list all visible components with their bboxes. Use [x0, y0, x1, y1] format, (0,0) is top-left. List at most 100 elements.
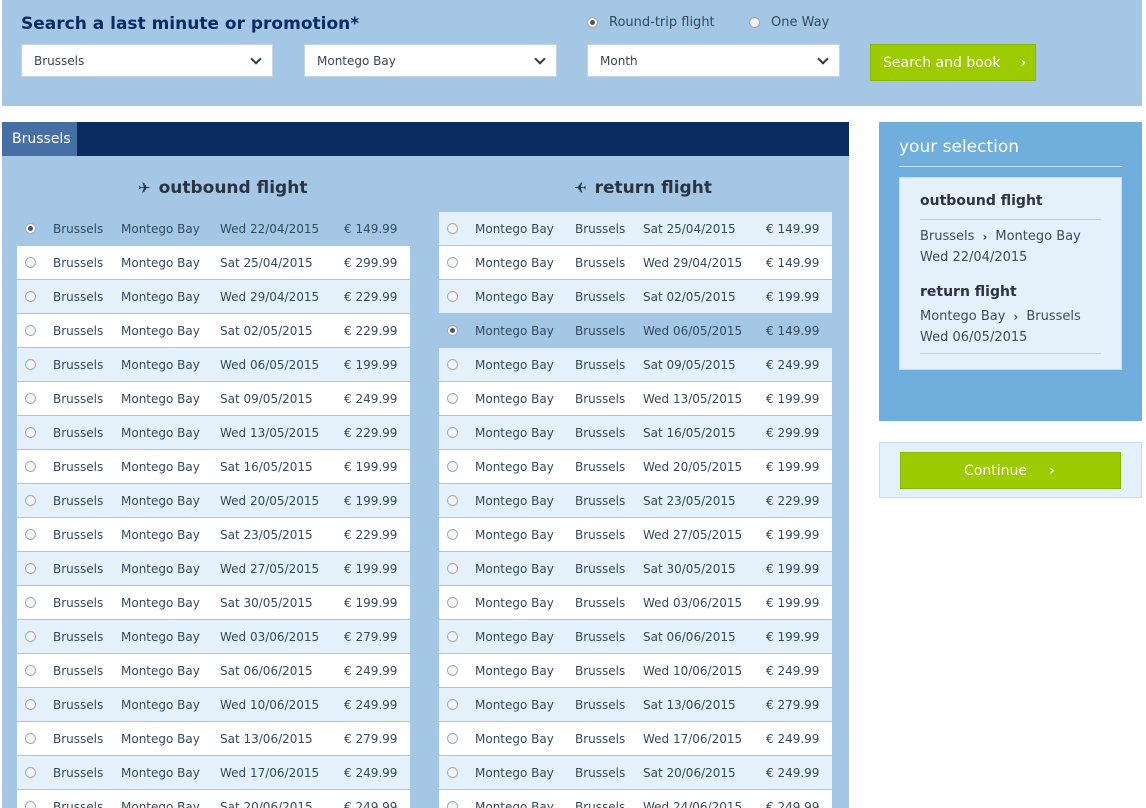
flight-row[interactable]: Brussels Montego Bay Wed 22/04/2015 € 149.9… — [17, 212, 410, 246]
from-select[interactable]: Brussels — [21, 44, 273, 77]
round-trip-radio[interactable]: Round-trip flight — [587, 15, 715, 30]
flight-radio[interactable] — [25, 291, 36, 302]
flight-radio[interactable] — [447, 529, 458, 540]
flight-radio[interactable] — [25, 359, 36, 370]
flight-radio[interactable] — [447, 699, 458, 710]
flight-row[interactable]: Brussels Montego Bay Wed 27/05/2015 € 199.9… — [17, 552, 410, 586]
flight-row[interactable]: Montego Bay Brussels Sat 25/04/2015 € 149.9… — [439, 212, 832, 246]
flight-row[interactable]: Montego Bay Brussels Wed 06/05/2015 € 149.9… — [439, 314, 832, 348]
flight-row[interactable]: Montego Bay Brussels Sat 20/06/2015 € 249.9… — [439, 756, 832, 790]
flight-radio[interactable] — [447, 563, 458, 574]
flight-radio[interactable] — [25, 665, 36, 676]
flight-to: Brussels — [575, 561, 626, 576]
flight-row[interactable]: Montego Bay Brussels Wed 20/05/2015 € 199.9… — [439, 450, 832, 484]
flight-radio[interactable] — [447, 427, 458, 438]
flight-radio[interactable] — [25, 223, 36, 234]
flight-row[interactable]: Montego Bay Brussels Wed 13/05/2015 € 199.9… — [439, 382, 832, 416]
flight-price: € 249.99 — [766, 357, 820, 372]
flight-radio[interactable] — [447, 291, 458, 302]
flight-row[interactable]: Montego Bay Brussels Wed 29/04/2015 € 149.9… — [439, 246, 832, 280]
flight-row[interactable]: Brussels Montego Bay Sat 09/05/2015 € 249.9… — [17, 382, 410, 416]
flight-radio[interactable] — [25, 563, 36, 574]
flight-radio[interactable] — [447, 359, 458, 370]
one-way-radio[interactable]: One Way — [749, 15, 829, 30]
flight-row[interactable]: Brussels Montego Bay Sat 06/06/2015 € 249.9… — [17, 654, 410, 688]
flight-row[interactable]: Montego Bay Brussels Wed 03/06/2015 € 199.9… — [439, 586, 832, 620]
flight-row[interactable]: Montego Bay Brussels Sat 23/05/2015 € 229.9… — [439, 484, 832, 518]
flight-row[interactable]: Brussels Montego Bay Wed 13/05/2015 € 229.9… — [17, 416, 410, 450]
flight-from: Montego Bay — [475, 221, 554, 236]
flight-row[interactable]: Montego Bay Brussels Wed 27/05/2015 € 199.9… — [439, 518, 832, 552]
flight-row[interactable]: Montego Bay Brussels Wed 24/06/2015 € 249.9… — [439, 790, 832, 808]
flight-radio[interactable] — [447, 393, 458, 404]
flight-row[interactable]: Montego Bay Brussels Sat 02/05/2015 € 199.9… — [439, 280, 832, 314]
flight-row[interactable]: Brussels Montego Bay Wed 29/04/2015 € 229.9… — [17, 280, 410, 314]
flight-to: Brussels — [575, 731, 626, 746]
flight-row[interactable]: Montego Bay Brussels Sat 06/06/2015 € 199.9… — [439, 620, 832, 654]
flight-radio[interactable] — [25, 257, 36, 268]
flight-price: € 199.99 — [766, 391, 820, 406]
flight-row[interactable]: Montego Bay Brussels Sat 13/06/2015 € 279.9… — [439, 688, 832, 722]
flight-date: Sat 25/04/2015 — [643, 221, 736, 236]
chevron-right-icon: › — [982, 229, 988, 244]
flight-row[interactable]: Montego Bay Brussels Sat 16/05/2015 € 299.9… — [439, 416, 832, 450]
flight-radio[interactable] — [25, 325, 36, 336]
flight-row[interactable]: Brussels Montego Bay Wed 06/05/2015 € 199.9… — [17, 348, 410, 382]
selection-return-date: Wed 06/05/2015 — [920, 330, 1028, 345]
flight-radio[interactable] — [447, 733, 458, 744]
flight-row[interactable]: Brussels Montego Bay Sat 20/06/2015 € 249.9… — [17, 790, 410, 808]
flight-radio[interactable] — [25, 801, 36, 808]
flight-row[interactable]: Brussels Montego Bay Wed 10/06/2015 € 249.9… — [17, 688, 410, 722]
flight-radio[interactable] — [447, 631, 458, 642]
flight-radio[interactable] — [447, 461, 458, 472]
flight-row[interactable]: Brussels Montego Bay Wed 03/06/2015 € 279.9… — [17, 620, 410, 654]
flight-row[interactable]: Montego Bay Brussels Wed 17/06/2015 € 249.9… — [439, 722, 832, 756]
flight-date: Wed 29/04/2015 — [643, 255, 743, 270]
return-flight-list: Montego Bay Brussels Sat 25/04/2015 € 149.9… — [439, 212, 832, 808]
selection-separator — [920, 353, 1101, 354]
flight-radio[interactable] — [447, 257, 458, 268]
flight-radio[interactable] — [447, 767, 458, 778]
flight-row[interactable]: Brussels Montego Bay Sat 25/04/2015 € 299.9… — [17, 246, 410, 280]
flight-row[interactable]: Brussels Montego Bay Sat 13/06/2015 € 279.9… — [17, 722, 410, 756]
selection-return-heading: return flight — [920, 284, 1017, 300]
flight-from: Montego Bay — [475, 425, 554, 440]
flight-radio[interactable] — [25, 699, 36, 710]
flight-from: Brussels — [53, 255, 104, 270]
flight-radio[interactable] — [25, 393, 36, 404]
flight-row[interactable]: Brussels Montego Bay Wed 20/05/2015 € 199.9… — [17, 484, 410, 518]
flight-radio[interactable] — [25, 529, 36, 540]
flight-to: Montego Bay — [121, 357, 200, 372]
flight-price: € 199.99 — [766, 595, 820, 610]
flight-radio[interactable] — [25, 733, 36, 744]
flight-radio[interactable] — [25, 427, 36, 438]
flight-row[interactable]: Brussels Montego Bay Sat 16/05/2015 € 199.9… — [17, 450, 410, 484]
flight-radio[interactable] — [447, 801, 458, 808]
flight-radio[interactable] — [447, 223, 458, 234]
flight-row[interactable]: Brussels Montego Bay Wed 17/06/2015 € 249.9… — [17, 756, 410, 790]
flight-row[interactable]: Brussels Montego Bay Sat 30/05/2015 € 199.9… — [17, 586, 410, 620]
flight-radio[interactable] — [447, 665, 458, 676]
flight-to: Brussels — [575, 221, 626, 236]
flight-radio[interactable] — [447, 495, 458, 506]
search-and-book-button[interactable]: Search and book › — [870, 44, 1036, 81]
city-tab[interactable]: Brussels — [2, 122, 77, 156]
flight-row[interactable]: Montego Bay Brussels Sat 30/05/2015 € 199.9… — [439, 552, 832, 586]
flight-radio[interactable] — [447, 597, 458, 608]
flight-radio[interactable] — [25, 767, 36, 778]
continue-button[interactable]: Continue › — [900, 452, 1121, 489]
flight-row[interactable]: Montego Bay Brussels Wed 10/06/2015 € 249.9… — [439, 654, 832, 688]
flight-to: Brussels — [575, 323, 626, 338]
flight-radio[interactable] — [25, 461, 36, 472]
flight-radio[interactable] — [25, 631, 36, 642]
month-select[interactable]: Month — [587, 44, 840, 77]
flight-radio[interactable] — [25, 495, 36, 506]
flight-date: Sat 02/05/2015 — [643, 289, 736, 304]
flight-radio[interactable] — [447, 325, 458, 336]
flight-row[interactable]: Brussels Montego Bay Sat 23/05/2015 € 229.9… — [17, 518, 410, 552]
selection-outbound-heading: outbound flight — [920, 193, 1043, 209]
flight-row[interactable]: Brussels Montego Bay Sat 02/05/2015 € 229.9… — [17, 314, 410, 348]
flight-row[interactable]: Montego Bay Brussels Sat 09/05/2015 € 249.9… — [439, 348, 832, 382]
flight-radio[interactable] — [25, 597, 36, 608]
to-select[interactable]: Montego Bay — [304, 44, 557, 77]
